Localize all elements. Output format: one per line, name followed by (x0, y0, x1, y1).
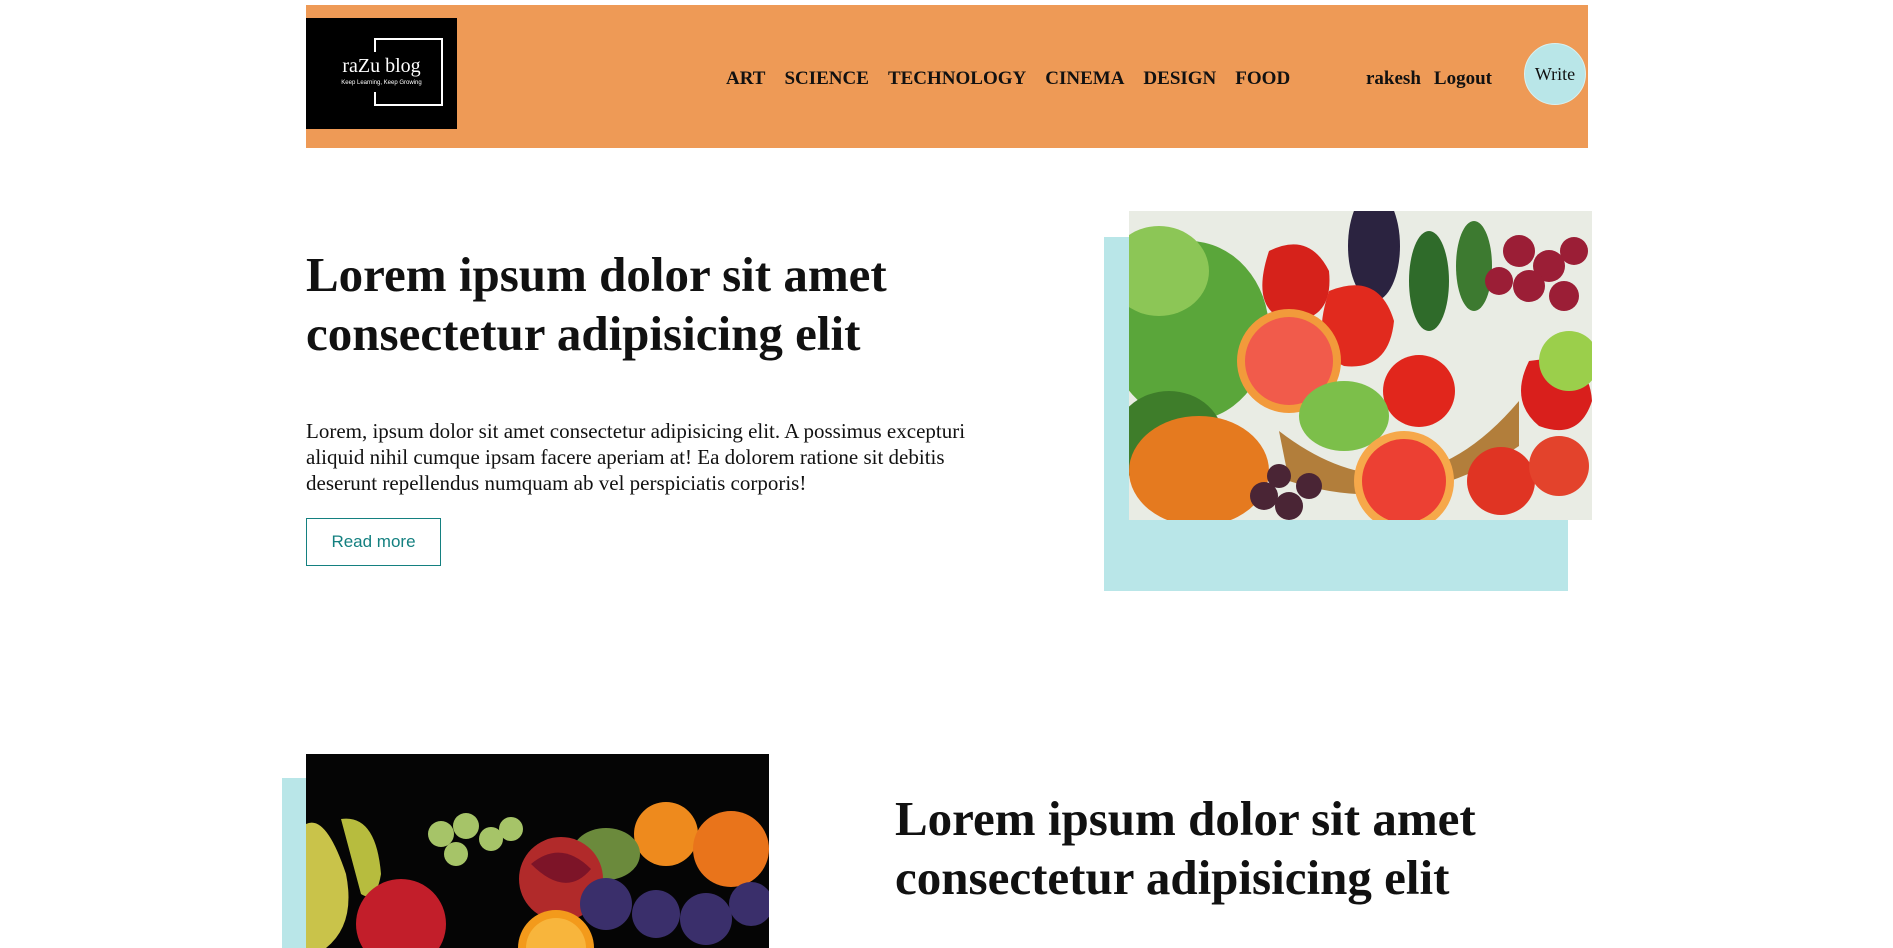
nav-link-art[interactable]: ART (726, 68, 765, 90)
nav-link-design[interactable]: DESIGN (1143, 68, 1216, 90)
nav-link-science[interactable]: SCIENCE (784, 68, 868, 90)
nav-link-cinema[interactable]: CINEMA (1045, 68, 1124, 90)
post-description: Lorem, ipsum dolor sit amet consectetur … (306, 419, 966, 495)
logout-link[interactable]: Logout (1434, 68, 1492, 90)
read-more-button[interactable]: Read more (306, 518, 441, 566)
navbar: raZu blog Keep Learning, Keep Growing AR… (306, 5, 1588, 148)
blog-home-page: raZu blog Keep Learning, Keep Growing AR… (0, 0, 1893, 948)
logo-tagline: Keep Learning, Keep Growing (341, 80, 422, 86)
category-nav: ART SCIENCE TECHNOLOGY CINEMA DESIGN FOO… (726, 68, 1290, 90)
nav-link-technology[interactable]: TECHNOLOGY (888, 68, 1026, 90)
post-image[interactable] (1129, 211, 1592, 520)
username: rakesh (1366, 68, 1421, 89)
post-image[interactable] (306, 754, 769, 948)
post-title[interactable]: Lorem ipsum dolor sit amet consectetur a… (895, 789, 1575, 907)
fruits-image (306, 754, 769, 948)
site-logo[interactable]: raZu blog Keep Learning, Keep Growing (306, 18, 457, 129)
logo-title: raZu blog (342, 55, 421, 77)
post-title[interactable]: Lorem ipsum dolor sit amet consectetur a… (306, 245, 986, 363)
user-area: rakesh Logout (1366, 68, 1492, 90)
vegetables-image (1129, 211, 1592, 520)
write-button[interactable]: Write (1524, 43, 1586, 105)
nav-link-food[interactable]: FOOD (1235, 68, 1290, 90)
